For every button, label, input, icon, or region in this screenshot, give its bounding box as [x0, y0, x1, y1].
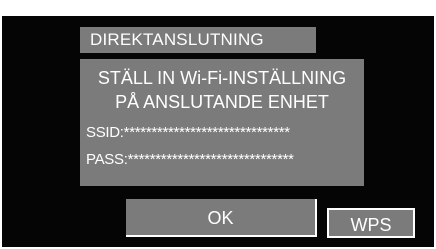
- message-line-1: STÄLL IN Wi-Fi-INSTÄLLNING: [97, 68, 347, 88]
- dialog-title: DIREKTANSLUTNING: [80, 27, 316, 53]
- password-text: PASS:******************************: [86, 151, 294, 168]
- ok-button[interactable]: OK: [126, 199, 317, 237]
- message-box: STÄLL IN Wi-Fi-INSTÄLLNING PÅ ANSLUTANDE…: [80, 59, 364, 186]
- message-line-2: PÅ ANSLUTANDE ENHET: [115, 92, 329, 112]
- wps-button[interactable]: WPS: [327, 208, 415, 238]
- camera-screen: DIREKTANSLUTNING STÄLL IN Wi-Fi-INSTÄLLN…: [0, 0, 436, 249]
- ssid-text: SSID:******************************: [86, 124, 290, 141]
